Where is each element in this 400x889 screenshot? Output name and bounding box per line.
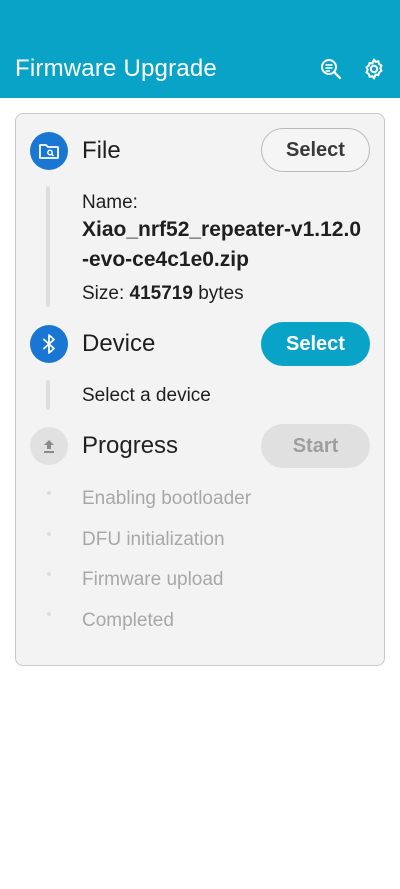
folder-icon [30, 132, 68, 170]
app-bar: Firmware Upgrade [0, 0, 400, 98]
step-title-progress: Progress [82, 432, 179, 459]
step-title-file: File [82, 137, 121, 164]
stage-completed: Completed [82, 610, 174, 631]
stage-enabling-bootloader: Enabling bootloader [82, 488, 252, 509]
settings-gear-icon[interactable] [361, 56, 387, 82]
file-step-rail [46, 186, 50, 307]
file-size-value: 415719 [129, 283, 193, 304]
select-device-button[interactable]: Select [261, 322, 370, 366]
stage-firmware-upload: Firmware upload [82, 569, 224, 590]
device-status: Select a device [82, 385, 211, 406]
stage-bullet [47, 491, 51, 495]
device-step-rail [46, 380, 50, 410]
file-size: Size: 415719 bytes [82, 283, 244, 305]
stage-bullet [47, 612, 51, 616]
file-size-label: Size: [82, 283, 125, 304]
file-name-label: Name: [82, 192, 138, 213]
stage-dfu-initialization: DFU initialization [82, 529, 225, 550]
upload-icon [30, 427, 68, 465]
stage-bullet [47, 532, 51, 536]
bluetooth-icon [30, 325, 68, 363]
file-size-unit: bytes [198, 283, 244, 304]
file-name-line1: Xiao_nrf52_repeater-v1.12.0 [82, 218, 361, 241]
page-title: Firmware Upgrade [15, 55, 217, 82]
upgrade-card: File Select Name: Xiao_nrf52_repeater-v1… [15, 113, 385, 666]
start-button[interactable]: Start [261, 424, 370, 468]
search-log-icon[interactable] [318, 56, 344, 82]
select-file-button[interactable]: Select [261, 128, 370, 172]
file-name-line2: -evo-ce4c1e0.zip [82, 248, 249, 271]
stage-bullet [47, 572, 51, 576]
step-title-device: Device [82, 330, 156, 357]
